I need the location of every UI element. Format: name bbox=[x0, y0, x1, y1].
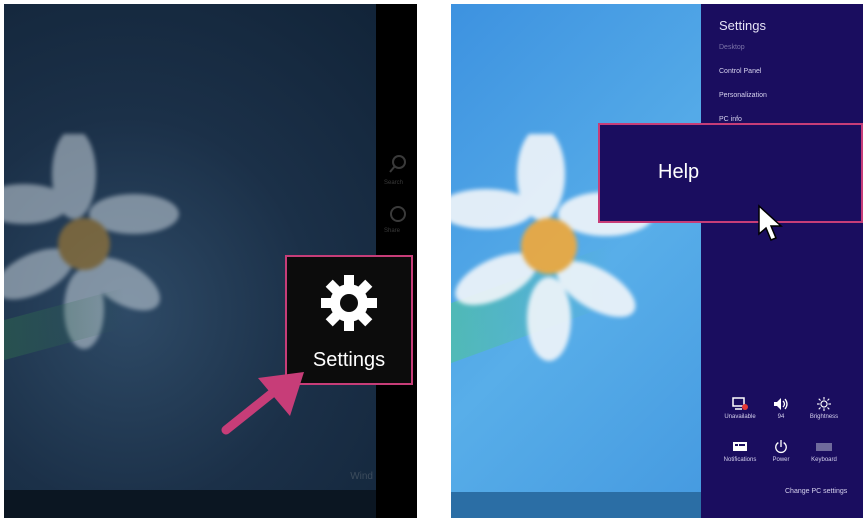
taskbar bbox=[451, 492, 701, 518]
pane-item-control-panel[interactable]: Control Panel bbox=[719, 68, 761, 75]
pane-title: Settings bbox=[719, 18, 766, 33]
mouse-cursor-icon bbox=[758, 204, 783, 241]
qs-brightness-label: Brightness bbox=[809, 414, 839, 420]
pointer-arrow-icon bbox=[221, 372, 304, 435]
qs-notifications[interactable]: Notifications bbox=[720, 440, 760, 463]
qs-volume[interactable]: 94 bbox=[761, 397, 801, 420]
qs-keyboard-label: Keyboard bbox=[811, 457, 837, 463]
qs-power[interactable]: Power bbox=[761, 440, 801, 463]
charm-share-label: Share bbox=[384, 228, 401, 234]
settings-charm-button[interactable]: Settings bbox=[285, 255, 413, 385]
keyboard-icon bbox=[816, 443, 832, 451]
share-icon[interactable] bbox=[388, 204, 408, 224]
charm-search-label: Search bbox=[384, 180, 404, 186]
pane-item-desktop[interactable]: Desktop bbox=[719, 44, 745, 51]
qs-volume-label: 94 bbox=[777, 414, 785, 420]
qs-keyboard[interactable]: Keyboard bbox=[804, 440, 844, 463]
qs-network[interactable]: Unavailable bbox=[720, 397, 760, 420]
help-button[interactable]: Help bbox=[598, 123, 863, 223]
brightness-icon bbox=[817, 397, 831, 411]
power-icon bbox=[775, 440, 787, 453]
qs-network-label: Unavailable bbox=[724, 414, 756, 420]
windows-watermark: Wind bbox=[350, 471, 373, 482]
qs-power-label: Power bbox=[772, 457, 790, 463]
search-icon[interactable] bbox=[388, 154, 408, 174]
pane-item-personalization[interactable]: Personalization bbox=[719, 92, 767, 99]
pane-item-pc-info[interactable]: PC info bbox=[719, 116, 742, 123]
gear-icon bbox=[321, 275, 377, 331]
qs-notifications-label: Notifications bbox=[723, 457, 757, 463]
taskbar bbox=[4, 490, 376, 518]
notifications-icon bbox=[733, 442, 747, 451]
help-label: Help bbox=[658, 161, 700, 183]
network-unavailable-icon bbox=[732, 397, 748, 410]
qs-brightness[interactable]: Brightness bbox=[804, 397, 844, 420]
right-screenshot: Settings Desktop Control Panel Personali… bbox=[451, 4, 863, 518]
volume-icon bbox=[774, 398, 788, 410]
change-pc-settings-link[interactable]: Change PC settings bbox=[785, 488, 847, 495]
